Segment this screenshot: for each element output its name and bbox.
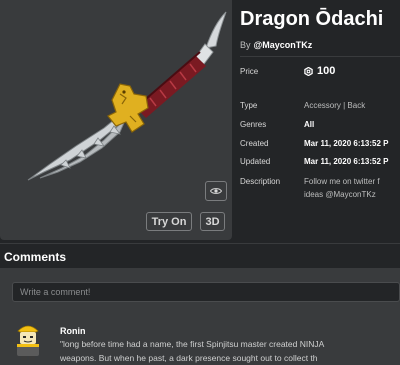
item-details-page: Try On 3D Dragon Ōdachi By @MayconTKz Pri… [0, 0, 400, 365]
item-preview-panel[interactable]: Try On 3D [0, 0, 232, 240]
section-divider [0, 243, 400, 244]
creator-link[interactable]: @MayconTKz [254, 40, 313, 50]
price-value: 100 [304, 65, 335, 77]
item-thumbnail [27, 11, 227, 181]
comment-text-line-1: "long before time had a name, the first … [60, 339, 325, 349]
creator-prefix: By [240, 40, 251, 50]
robux-icon [304, 66, 313, 76]
comment-input[interactable]: Write a comment! [12, 282, 400, 302]
eye-icon [210, 188, 222, 194]
description-line-1: Follow me on twitter f [304, 177, 380, 186]
comment-text-line-2: weapons. But when he past, a dark presen… [60, 353, 318, 363]
created-label: Created [240, 139, 269, 148]
view-3d-button[interactable]: 3D [200, 212, 225, 231]
genres-value: All [304, 120, 315, 129]
updated-value: Mar 11, 2020 6:13:52 P [304, 157, 389, 166]
price-label: Price [240, 67, 259, 76]
item-title: Dragon Ōdachi [240, 8, 384, 30]
comments-heading: Comments [4, 250, 67, 264]
price-amount: 100 [317, 65, 336, 77]
comment-author[interactable]: Ronin [60, 326, 86, 336]
description-line-2: ideas @MayconTKz [304, 190, 376, 199]
preview-toggle-button[interactable] [205, 181, 227, 201]
genres-label: Genres [240, 120, 267, 129]
description-label: Description [240, 177, 281, 186]
updated-label: Updated [240, 157, 271, 166]
commenter-avatar[interactable] [12, 322, 44, 360]
creator-line: By @MayconTKz [240, 40, 312, 50]
type-label: Type [240, 101, 258, 110]
created-value: Mar 11, 2020 6:13:52 P [304, 139, 389, 148]
title-divider [240, 56, 400, 57]
type-value[interactable]: Accessory | Back [304, 101, 365, 110]
try-on-button[interactable]: Try On [146, 212, 192, 231]
